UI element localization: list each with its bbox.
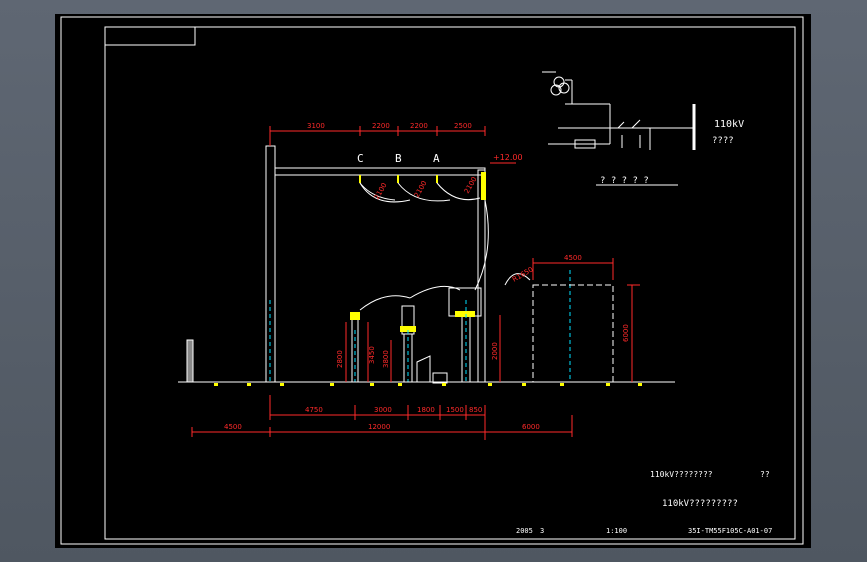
bottom-dim-850: 850 (469, 406, 482, 414)
top-dim-4: 2500 (454, 122, 472, 130)
bottom-dim-4500: 4500 (224, 423, 242, 431)
schematic-bus-label: 110kV (714, 119, 744, 130)
title-line-1-extra: ?? (760, 470, 770, 479)
bottom-dim-12000: 12000 (368, 423, 390, 431)
top-dim-1: 3100 (307, 122, 325, 130)
cad-viewport: 110kV ???? ? ? ? ? ? C B A 2100 2100 210… (0, 0, 867, 562)
height-label-3800: 3800 (382, 350, 390, 368)
drawing-canvas: 110kV ???? ? ? ? ? ? C B A 2100 2100 210… (55, 14, 811, 548)
title-line-2: 110kV????????? (662, 499, 738, 509)
bottom-dim-1500: 1500 (446, 406, 464, 414)
bottom-dim-3000: 3000 (374, 406, 392, 414)
schematic-caption: ? ? ? ? ? (600, 176, 649, 186)
phase-label-b: B (395, 152, 402, 165)
height-label-2000: 2000 (491, 342, 499, 360)
elevation-label: +12.00 (493, 153, 523, 162)
bottom-dim-4750: 4750 (305, 406, 323, 414)
height-label-3450: 3450 (368, 346, 376, 364)
building-height-label: 6000 (622, 324, 630, 342)
title-drawing-number: 35I-TM55F105C-A01-07 (688, 527, 772, 535)
drawing-sheet (55, 14, 811, 548)
building-width-label: 4500 (564, 254, 582, 262)
top-dim-3: 2200 (410, 122, 428, 130)
phase-label-a: A (433, 152, 440, 165)
right-insulator (481, 172, 486, 200)
title-line-1: 110kV???????? (650, 470, 713, 479)
phase-label-c: C (357, 152, 364, 165)
title-scale: 1:100 (606, 527, 627, 535)
top-dim-2: 2200 (372, 122, 390, 130)
bottom-dim-1800: 1800 (417, 406, 435, 414)
title-date: 2005 (516, 527, 533, 535)
bottom-dim-6000: 6000 (522, 423, 540, 431)
title-sheet: 3 (540, 527, 544, 535)
schematic-bus-sublabel: ???? (712, 136, 734, 146)
height-label-2800: 2800 (336, 350, 344, 368)
